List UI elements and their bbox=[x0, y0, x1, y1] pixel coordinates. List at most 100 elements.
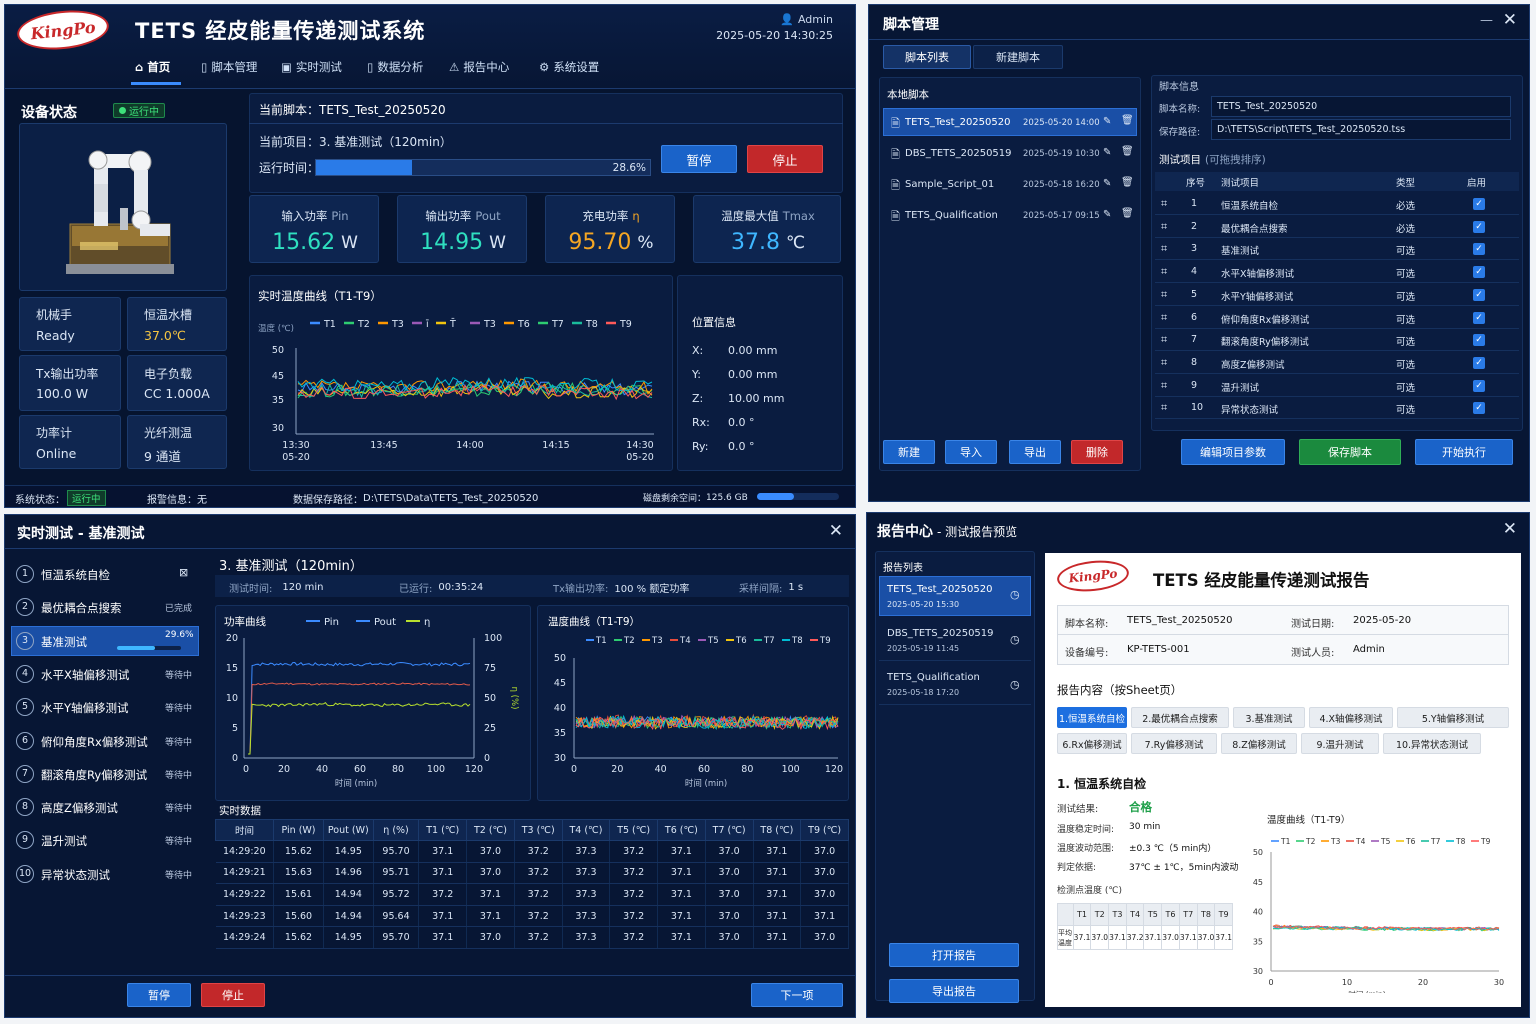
rt-stop-button[interactable]: 停止 bbox=[201, 983, 265, 1007]
sheet-tab[interactable]: 5.Y轴偏移测试 bbox=[1397, 707, 1509, 728]
sheet-tab[interactable]: 6.Rx偏移测试 bbox=[1057, 733, 1127, 754]
delete-icon[interactable]: 🗑 bbox=[1121, 208, 1134, 219]
import-button[interactable]: 导入 bbox=[945, 440, 997, 464]
legend-label: T8 bbox=[585, 319, 598, 330]
stop-button[interactable]: 停止 bbox=[747, 145, 823, 173]
nav-realtime[interactable]: ▣ 实时测试 bbox=[281, 59, 342, 75]
sheet-tab[interactable]: 8.Z偏移测试 bbox=[1221, 733, 1297, 754]
table-row: 14:29:23 15.60 14.94 95.64 37.1 37.1 37.2 37.3 3… bbox=[215, 905, 849, 928]
table-cell: 14:29:22 bbox=[215, 883, 275, 906]
minimize-icon[interactable]: — bbox=[1480, 13, 1493, 28]
test-item-row[interactable] bbox=[1155, 194, 1519, 215]
rt-pause-button[interactable]: 暂停 bbox=[127, 983, 191, 1007]
save-script-button[interactable]: 保存脚本 bbox=[1299, 439, 1401, 465]
test-item-row[interactable] bbox=[1155, 217, 1519, 238]
temp-chart-panel: 实时温度曲线（T1-T9） 温度 (℃) T1 T2 T3 ī T̄ T3 T6 T7 T8 T9… bbox=[249, 275, 673, 471]
test-item-row[interactable] bbox=[1155, 398, 1519, 420]
nav-settings[interactable]: ⚙ 系统设置 bbox=[539, 59, 599, 75]
test-item-row[interactable] bbox=[1155, 285, 1519, 306]
sheet-tab[interactable]: 4.X轴偏移测试 bbox=[1309, 707, 1393, 728]
drag-handle-icon[interactable]: ⌗ bbox=[1161, 401, 1167, 415]
drag-handle-icon[interactable]: ⌗ bbox=[1161, 197, 1167, 211]
test-item-row[interactable] bbox=[1155, 376, 1519, 397]
drag-handle-icon[interactable]: ⌗ bbox=[1161, 333, 1167, 347]
temp-chart: T1 T2 T3 ī T̄ T3 T6 T7 T8 T95045353013:3005-2013:… bbox=[272, 318, 654, 463]
report-list-item[interactable] bbox=[879, 621, 1031, 661]
enable-checkbox[interactable]: ✓ bbox=[1473, 356, 1485, 369]
open-report-button[interactable]: 打开报告 bbox=[889, 943, 1019, 967]
test-header: 3. 基准测试（120min） bbox=[219, 559, 363, 574]
step-status: 等待中 bbox=[165, 737, 193, 748]
test-item-name: 最优耦合点搜索 bbox=[1221, 223, 1288, 235]
test-item-row[interactable] bbox=[1155, 262, 1519, 284]
nav-report[interactable]: ⚠ 报告中心 bbox=[449, 59, 509, 75]
export-report-button[interactable]: 导出报告 bbox=[889, 979, 1019, 1003]
test-item-row[interactable] bbox=[1155, 353, 1519, 374]
user-area[interactable]: 👤 Admin bbox=[780, 13, 833, 26]
table-cell: 37.0 bbox=[800, 840, 849, 863]
enable-checkbox[interactable]: ✓ bbox=[1473, 379, 1485, 392]
table-cell: 37.0 bbox=[800, 926, 849, 949]
delete-icon[interactable]: 🗑 bbox=[1121, 146, 1134, 157]
rt-temp-title: 温度曲线（T1-T9） bbox=[548, 615, 640, 628]
edit-params-button[interactable]: 编辑项目参数 bbox=[1181, 439, 1285, 465]
next-item-button[interactable]: 下一项 bbox=[751, 983, 843, 1007]
enable-checkbox[interactable]: ✓ bbox=[1473, 220, 1485, 233]
test-item-type: 必选 bbox=[1396, 223, 1416, 235]
edit-icon[interactable]: ✎ bbox=[1103, 209, 1111, 220]
close-icon[interactable]: ✕ bbox=[1503, 10, 1517, 30]
enable-checkbox[interactable]: ✓ bbox=[1473, 334, 1485, 347]
sheet-tab[interactable]: 1.恒温系统自检 bbox=[1057, 707, 1127, 728]
tab-new-script[interactable]: 新建脚本 bbox=[973, 45, 1063, 69]
table-cell: 37.0 bbox=[705, 905, 754, 928]
edit-icon[interactable]: ✎ bbox=[1103, 147, 1111, 158]
enable-checkbox[interactable]: ✓ bbox=[1473, 243, 1485, 256]
test-item-name: 基准测试 bbox=[1221, 246, 1260, 258]
device-cell: 恒温水槽 37.0℃ bbox=[127, 297, 227, 351]
export-button[interactable]: 导出 bbox=[1009, 440, 1061, 464]
test-item-row[interactable] bbox=[1155, 308, 1519, 329]
report-list-item[interactable] bbox=[879, 665, 1031, 705]
sheet-tab[interactable]: 3.基准测试 bbox=[1233, 707, 1305, 728]
new-script-button[interactable]: 新建 bbox=[883, 440, 935, 464]
enable-checkbox[interactable]: ✓ bbox=[1473, 198, 1485, 210]
start-execute-button[interactable]: 开始执行 bbox=[1415, 439, 1513, 465]
table-cell: 37.2 bbox=[514, 905, 563, 928]
drag-handle-icon[interactable]: ⌗ bbox=[1161, 311, 1167, 325]
close-icon[interactable]: ✕ bbox=[829, 521, 843, 541]
delete-icon[interactable]: 🗑 bbox=[1121, 115, 1134, 126]
enable-checkbox[interactable]: ✓ bbox=[1473, 266, 1485, 279]
report-list-item[interactable] bbox=[879, 576, 1031, 616]
sheet-tab[interactable]: 7.Ry偏移测试 bbox=[1131, 733, 1217, 754]
close-icon[interactable]: ✕ bbox=[1503, 519, 1517, 539]
step-status: 等待中 bbox=[165, 804, 193, 815]
test-item-type: 可选 bbox=[1396, 405, 1416, 417]
enable-checkbox[interactable]: ✓ bbox=[1473, 311, 1485, 324]
enable-checkbox[interactable]: ✓ bbox=[1473, 288, 1485, 301]
test-item-row[interactable] bbox=[1155, 330, 1519, 352]
delete-icon[interactable]: 🗑 bbox=[1121, 177, 1134, 188]
pause-button[interactable]: 暂停 bbox=[661, 145, 737, 173]
table-header-cell: T8 (℃) bbox=[752, 819, 802, 841]
edit-icon[interactable]: ✎ bbox=[1103, 116, 1111, 127]
nav-script[interactable]: ▯ 脚本管理 bbox=[201, 59, 257, 75]
edit-icon[interactable]: ✎ bbox=[1103, 178, 1111, 189]
table-header-cell: T7 (℃) bbox=[704, 819, 754, 841]
drag-handle-icon[interactable]: ⌗ bbox=[1161, 356, 1167, 370]
drag-handle-icon[interactable]: ⌗ bbox=[1161, 265, 1167, 279]
meta-sample: 采样间隔: 1 s bbox=[739, 582, 804, 595]
tab-script-list[interactable]: 脚本列表 bbox=[883, 45, 971, 69]
sheet-tab[interactable]: 10.异常状态测试 bbox=[1383, 733, 1481, 754]
drag-handle-icon[interactable]: ⌗ bbox=[1161, 242, 1167, 256]
test-item-name: 水平X轴偏移测试 bbox=[1221, 269, 1295, 281]
test-item-row[interactable] bbox=[1155, 239, 1519, 261]
nav-analysis[interactable]: ▯ 数据分析 bbox=[367, 59, 423, 75]
drag-handle-icon[interactable]: ⌗ bbox=[1161, 379, 1167, 393]
drag-handle-icon[interactable]: ⌗ bbox=[1161, 288, 1167, 302]
sheet-tab[interactable]: 2.最优耦合点搜索 bbox=[1131, 707, 1229, 728]
nav-home[interactable]: ⌂ 首页 bbox=[135, 59, 170, 75]
sheet-tab[interactable]: 9.温升测试 bbox=[1301, 733, 1379, 754]
enable-checkbox[interactable]: ✓ bbox=[1473, 402, 1485, 415]
delete-script-button[interactable]: 删除 bbox=[1071, 440, 1123, 464]
drag-handle-icon[interactable]: ⌗ bbox=[1161, 220, 1167, 234]
